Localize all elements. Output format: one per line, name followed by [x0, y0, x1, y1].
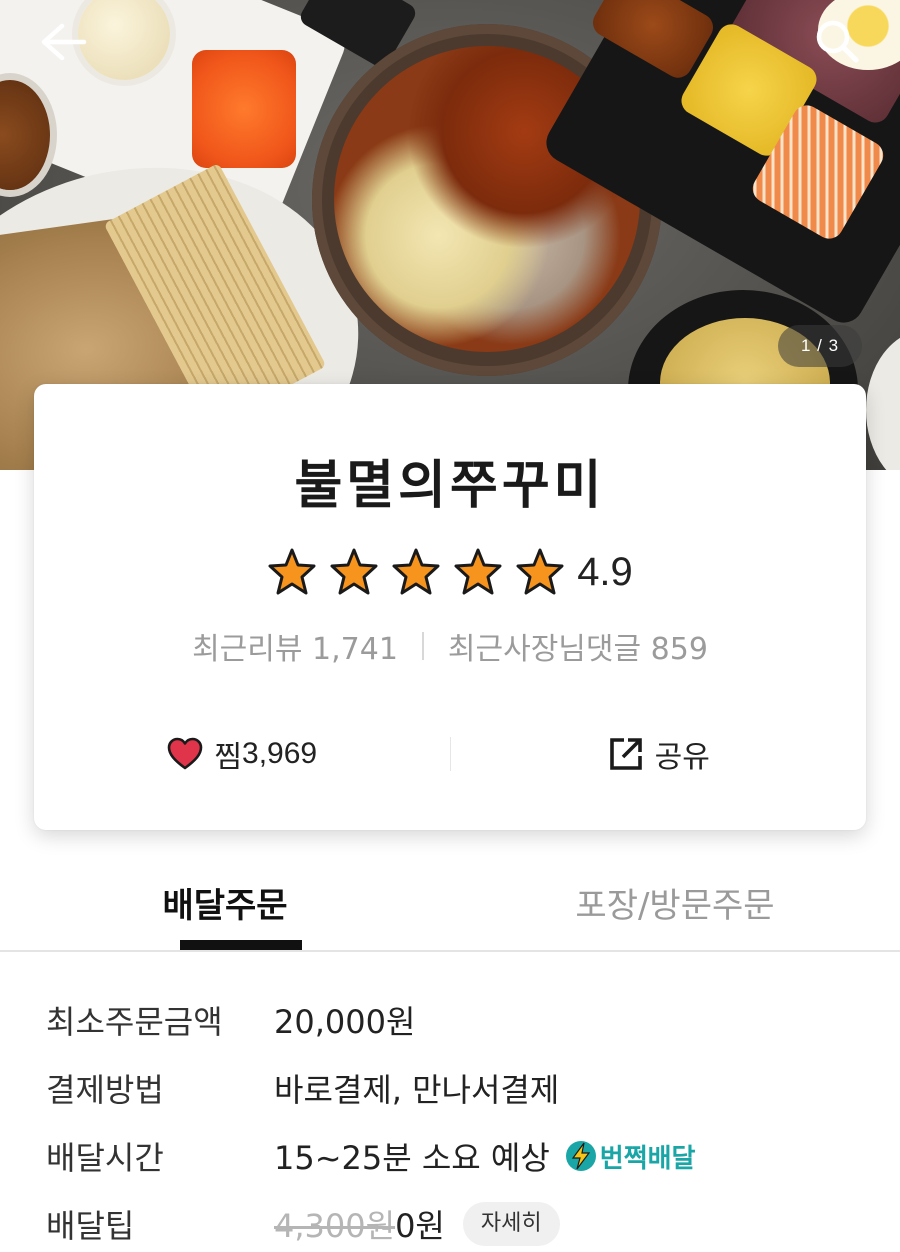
- rating-value: 4.9: [577, 549, 633, 594]
- recent-reviews-label: 최근리뷰: [192, 632, 303, 667]
- recent-reviews-count: 1,741: [312, 632, 398, 667]
- order-type-tabs: 배달주문 포장/방문주문: [0, 860, 900, 952]
- delivery-tip-label: 배달팁: [46, 1207, 135, 1245]
- delivery-tip-row: 배달팁 4,300원 0원 자세히: [46, 1190, 866, 1252]
- star-icon: [453, 547, 503, 597]
- store-info-card: 불멸의쭈꾸미 4.9 최근리뷰 1,741 최근사장님댓글 859 찜 3,96…: [34, 384, 866, 830]
- min-order-row: 최소주문금액 20,000원: [46, 986, 866, 1054]
- delivery-time-value: 15~25분 소요 예상: [274, 1139, 550, 1177]
- stats-divider: [421, 632, 424, 660]
- share-button[interactable]: 공유: [451, 732, 867, 776]
- fish-roe-dish: [192, 50, 296, 168]
- payment-row: 결제방법 바로결제, 만나서결제: [46, 1054, 866, 1122]
- delivery-info: 최소주문금액 20,000원 결제방법 바로결제, 만나서결제 배달시간 15~…: [46, 986, 866, 1252]
- express-delivery-badge: 번쩍배달: [564, 1138, 696, 1175]
- image-page-indicator: 1 / 3: [778, 325, 862, 367]
- star-icon: [391, 547, 441, 597]
- share-label: 공유: [654, 740, 710, 775]
- tab-delivery-order[interactable]: 배달주문: [0, 860, 450, 950]
- delivery-time-label: 배달시간: [46, 1139, 164, 1177]
- delivery-tip-detail-button[interactable]: 자세히: [462, 1202, 560, 1246]
- like-button[interactable]: 찜 3,969: [34, 732, 450, 776]
- review-stats: 최근리뷰 1,741 최근사장님댓글 859: [34, 624, 866, 668]
- action-row: 찜 3,969 공유: [34, 714, 866, 794]
- delivery-time-row: 배달시간 15~25분 소요 예상 번쩍배달: [46, 1122, 866, 1190]
- arrow-left-icon[interactable]: [34, 20, 90, 64]
- payment-value: 바로결제, 만나서결제: [274, 1071, 560, 1109]
- express-badge-label: 번쩍배달: [599, 1143, 696, 1174]
- search-icon[interactable]: [812, 16, 862, 66]
- delivery-tip-original: 4,300원: [274, 1207, 396, 1245]
- like-count: 3,969: [242, 737, 318, 770]
- star-icon: [267, 547, 317, 597]
- lightning-icon: [565, 1141, 596, 1171]
- like-label: 찜: [214, 740, 243, 775]
- share-icon: [607, 735, 645, 773]
- payment-label: 결제방법: [46, 1071, 164, 1109]
- side-plate-right: [866, 330, 900, 470]
- delivery-tip-wrap: 4,300원 0원 자세히: [274, 1201, 560, 1247]
- store-name: 불멸의쭈꾸미: [294, 456, 606, 516]
- owner-replies-link[interactable]: 최근사장님댓글 859: [448, 624, 708, 668]
- owner-replies-count: 859: [650, 632, 708, 667]
- delivery-tip-value: 0원: [395, 1207, 445, 1245]
- heart-icon: [166, 735, 204, 773]
- star-icon: [515, 547, 565, 597]
- owner-replies-label: 최근사장님댓글: [447, 632, 642, 667]
- min-order-value: 20,000원: [274, 1003, 416, 1041]
- rating-row[interactable]: 4.9: [34, 544, 866, 600]
- delivery-time-wrap: 15~25분 소요 예상 번쩍배달: [274, 1133, 695, 1179]
- min-order-label: 최소주문금액: [46, 1003, 223, 1041]
- tab-pickup-order[interactable]: 포장/방문주문: [450, 860, 900, 950]
- star-icon: [329, 547, 379, 597]
- active-tab-indicator: [180, 940, 302, 950]
- recent-reviews-link[interactable]: 최근리뷰 1,741: [192, 624, 398, 668]
